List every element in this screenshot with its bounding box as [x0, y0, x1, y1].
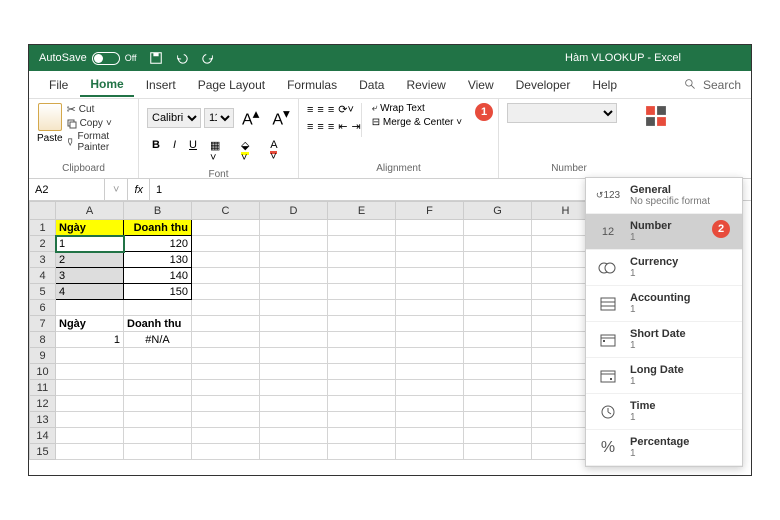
cut-button[interactable]: ✂Cut	[67, 103, 130, 116]
search-box[interactable]: Search	[684, 78, 741, 92]
menu-bar: File Home Insert Page Layout Formulas Da…	[29, 71, 751, 99]
menu-view[interactable]: View	[458, 74, 504, 96]
clipboard-label: Clipboard	[37, 163, 130, 174]
number-format-dropdown: ↺123 GeneralNo specific format 12 Number…	[585, 177, 743, 467]
autosave-label: AutoSave	[39, 52, 87, 64]
col-header[interactable]: D	[260, 202, 328, 220]
menu-data[interactable]: Data	[349, 74, 394, 96]
ribbon-number: 1 Number	[499, 99, 639, 178]
font-size-select[interactable]: 11	[204, 108, 234, 128]
accounting-icon	[596, 293, 620, 315]
ribbon-clipboard: Paste ✂Cut Copy ˅ Format Painter Clipboa…	[29, 99, 139, 178]
indent-dec-icon[interactable]: ⇤	[338, 120, 347, 133]
menu-developer[interactable]: Developer	[506, 74, 581, 96]
copy-button[interactable]: Copy ˅	[67, 118, 130, 129]
bold-button[interactable]: B	[147, 136, 165, 167]
ribbon: Paste ✂Cut Copy ˅ Format Painter Clipboa…	[29, 99, 751, 179]
alignment-label: Alignment	[307, 163, 490, 174]
format-option-time[interactable]: Time1	[586, 394, 742, 430]
number-icon: 12	[596, 221, 620, 243]
currency-icon	[596, 257, 620, 279]
undo-icon[interactable]	[175, 51, 189, 65]
calendar-icon	[596, 329, 620, 351]
wrap-text-button[interactable]: ⤶ Wrap Text	[372, 103, 462, 114]
search-label: Search	[703, 78, 741, 92]
format-option-long-date[interactable]: Long Date1	[586, 358, 742, 394]
ribbon-alignment: ≡ ≡ ≡ ⟳˅ ≡ ≡ ≡ ⇤ ⇥ ⤶ Wrap Text ⊟	[299, 99, 499, 178]
col-header[interactable]: G	[464, 202, 532, 220]
format-painter-button[interactable]: Format Painter	[67, 131, 130, 153]
paste-button[interactable]: Paste	[37, 103, 63, 153]
general-icon: ↺123	[596, 185, 620, 207]
copy-icon	[67, 119, 77, 129]
search-icon	[684, 78, 697, 91]
format-option-currency[interactable]: Currency1	[586, 250, 742, 286]
percent-icon: %	[596, 437, 620, 459]
ribbon-font: Calibri 11 A▴ A▾ B I U ▦ ˅ ⬙ ˅ A ˅ Font	[139, 99, 299, 178]
brush-icon	[67, 137, 75, 147]
orientation-icon[interactable]: ⟳˅	[338, 103, 354, 116]
col-header[interactable]: B	[124, 202, 192, 220]
format-option-percentage[interactable]: % Percentage1	[586, 430, 742, 466]
select-all-corner[interactable]	[30, 202, 56, 220]
toggle-switch[interactable]	[92, 52, 120, 65]
annotation-badge-2: 2	[712, 220, 730, 238]
align-bottom-icon[interactable]: ≡	[328, 104, 334, 116]
autosave-state: Off	[125, 53, 137, 63]
font-name-select[interactable]: Calibri	[147, 108, 201, 128]
menu-help[interactable]: Help	[582, 74, 627, 96]
formula-value[interactable]: 1	[150, 184, 168, 196]
menu-home[interactable]: Home	[80, 73, 133, 97]
col-header[interactable]: F	[396, 202, 464, 220]
align-top-icon[interactable]: ≡	[307, 104, 313, 116]
number-label: Number	[507, 163, 631, 174]
col-header[interactable]: A	[56, 202, 124, 220]
save-icon[interactable]	[149, 51, 163, 65]
col-header[interactable]: E	[328, 202, 396, 220]
increase-font-icon[interactable]: A▴	[237, 103, 264, 132]
format-option-general[interactable]: ↺123 GeneralNo specific format	[586, 178, 742, 214]
cut-icon: ✂	[67, 103, 76, 116]
format-option-number[interactable]: 12 Number1 2	[586, 214, 742, 250]
menu-page-layout[interactable]: Page Layout	[188, 74, 275, 96]
name-box[interactable]: A2	[29, 179, 105, 200]
paste-icon	[38, 103, 62, 131]
merge-center-button[interactable]: ⊟ Merge & Center ˅	[372, 117, 462, 128]
menu-formulas[interactable]: Formulas	[277, 74, 347, 96]
indent-inc-icon[interactable]: ⇥	[351, 120, 360, 133]
annotation-badge-1: 1	[475, 103, 493, 121]
format-option-short-date[interactable]: Short Date1	[586, 322, 742, 358]
calendar-icon	[596, 365, 620, 387]
window-title: Hàm VLOOKUP - Excel	[215, 52, 741, 64]
paste-label: Paste	[37, 133, 63, 144]
borders-button[interactable]: ▦ ˅	[205, 136, 233, 167]
autosave-toggle[interactable]: AutoSave Off	[39, 52, 137, 65]
redo-icon[interactable]	[201, 51, 215, 65]
menu-insert[interactable]: Insert	[136, 74, 186, 96]
font-color-button[interactable]: A ˅	[265, 136, 290, 167]
font-label: Font	[147, 169, 290, 180]
decrease-font-icon[interactable]: A▾	[267, 103, 294, 132]
title-bar: AutoSave Off Hàm VLOOKUP - Excel	[29, 45, 751, 71]
align-center-icon[interactable]: ≡	[317, 121, 323, 133]
align-right-icon[interactable]: ≡	[328, 121, 334, 133]
menu-file[interactable]: File	[39, 74, 78, 96]
clock-icon	[596, 401, 620, 423]
align-left-icon[interactable]: ≡	[307, 121, 313, 133]
format-option-accounting[interactable]: Accounting1	[586, 286, 742, 322]
number-format-select[interactable]	[507, 103, 617, 123]
fx-icon[interactable]: fx	[127, 179, 150, 200]
underline-button[interactable]: U	[184, 136, 202, 167]
col-header[interactable]: C	[192, 202, 260, 220]
styles-icon[interactable]	[639, 99, 673, 178]
italic-button[interactable]: I	[168, 136, 181, 167]
fill-color-button[interactable]: ⬙ ˅	[236, 136, 262, 167]
align-middle-icon[interactable]: ≡	[317, 104, 323, 116]
menu-review[interactable]: Review	[396, 74, 455, 96]
